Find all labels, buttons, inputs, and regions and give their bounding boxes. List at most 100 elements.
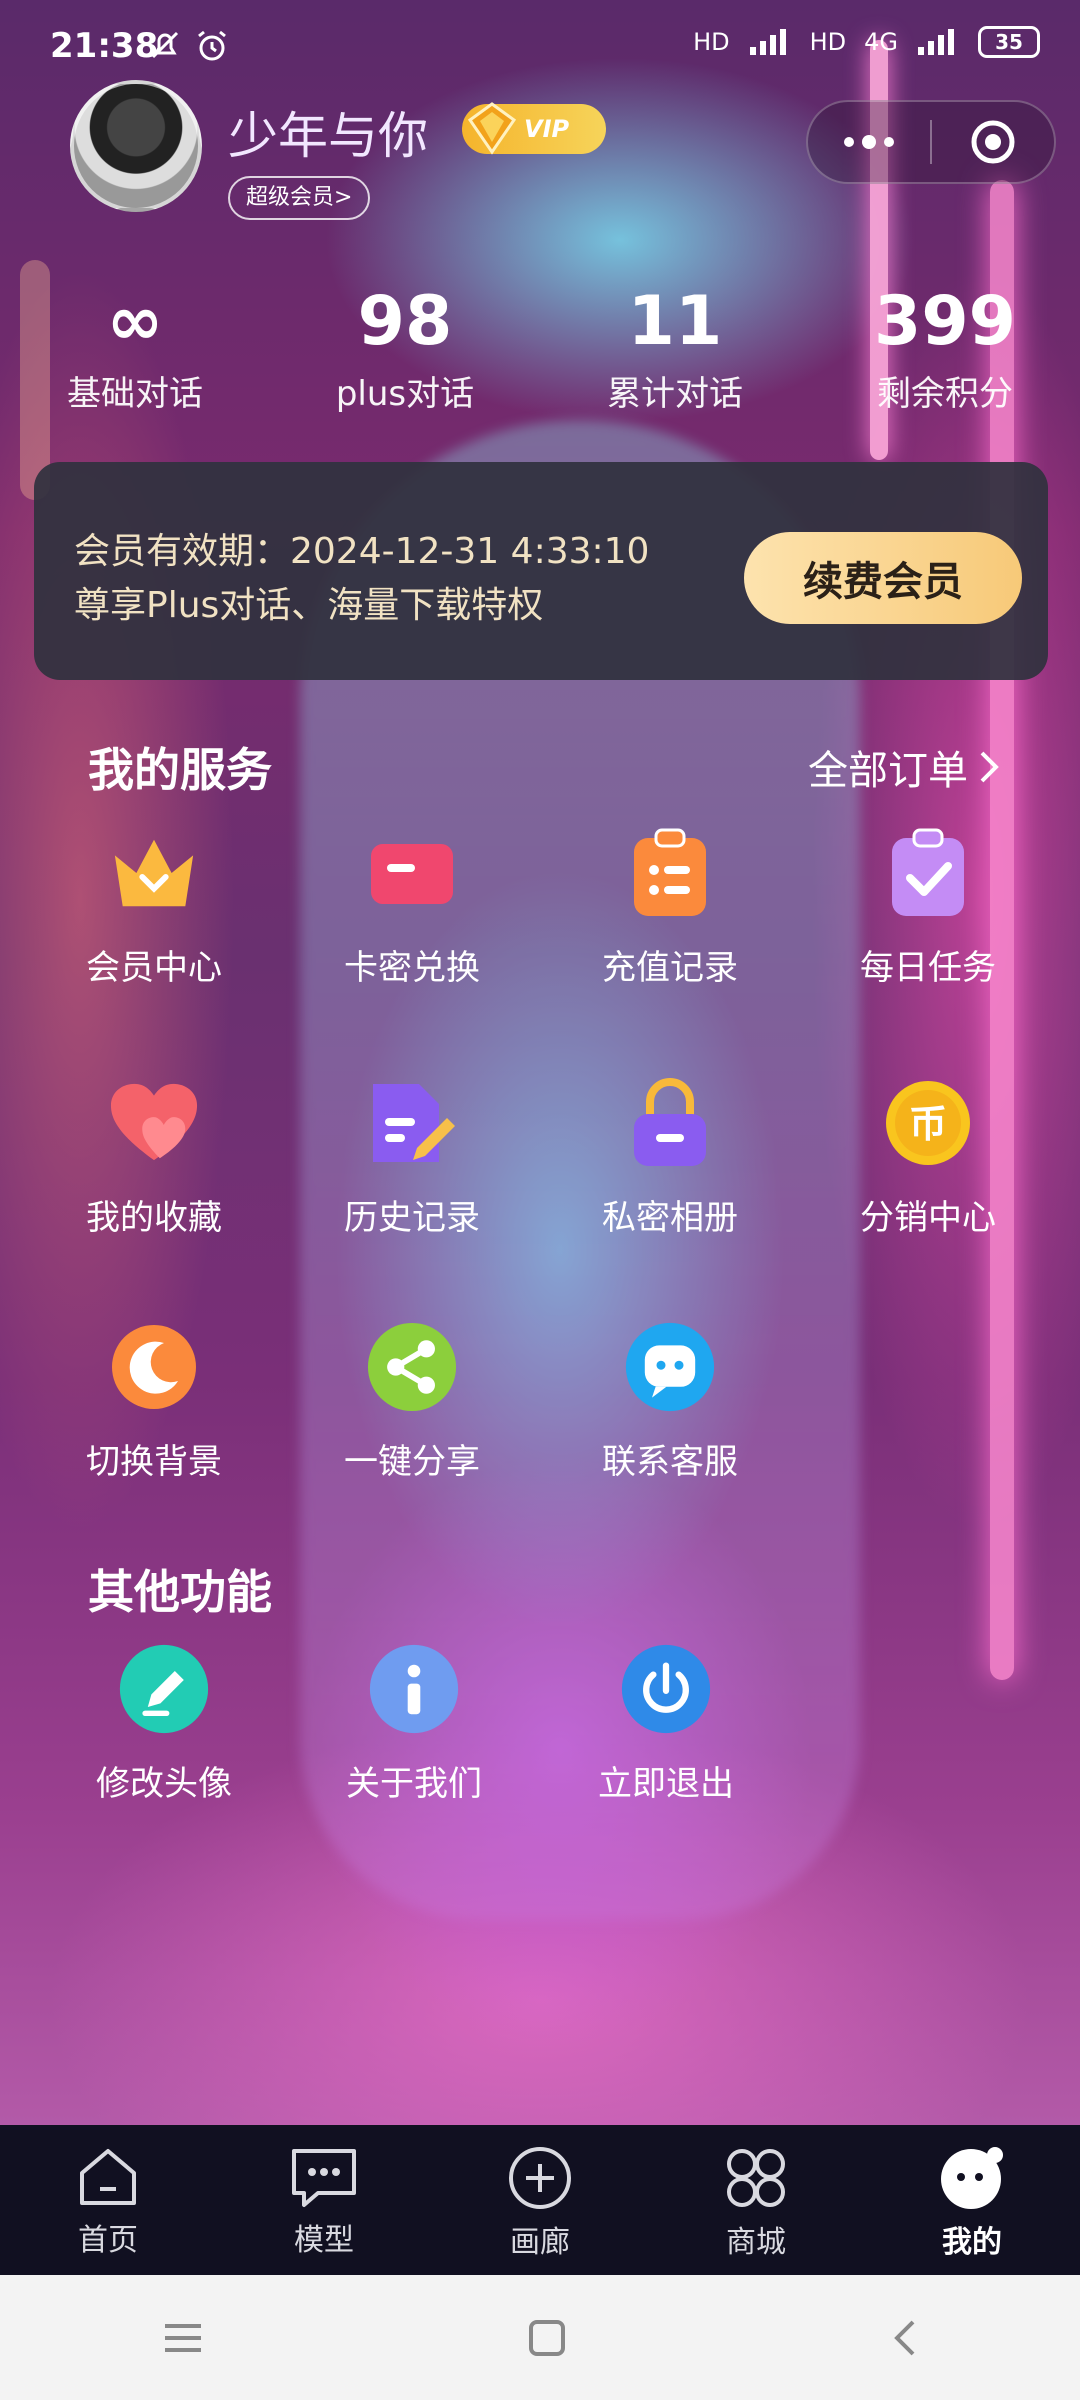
service-label: 每日任务: [860, 948, 996, 988]
moon-icon: [109, 1322, 199, 1412]
service-switch-background[interactable]: 切换背景: [24, 1322, 284, 1483]
tab-home[interactable]: 首页: [0, 2125, 216, 2275]
renew-membership-button[interactable]: 续费会员: [744, 532, 1022, 624]
home-icon: [80, 2149, 136, 2205]
tab-label: 首页: [78, 2223, 138, 2258]
menu-icon[interactable]: [163, 2321, 203, 2355]
others-title: 其他功能: [88, 1565, 272, 1619]
membership-card: 会员有效期：2024-12-31 4:33:10 尊享Plus对话、海量下载特权…: [34, 462, 1048, 680]
membership-expiry: 会员有效期：2024-12-31 4:33:10: [74, 531, 650, 572]
avatar[interactable]: [70, 80, 202, 212]
stat-basic[interactable]: ∞ 基础对话: [0, 282, 270, 432]
chevron-right-icon: [980, 751, 999, 783]
stat-value: ∞: [106, 282, 164, 361]
service-history[interactable]: 历史记录: [282, 1078, 542, 1239]
tab-mine[interactable]: 我的: [864, 2125, 1080, 2275]
stat-label: 累计对话: [607, 374, 743, 414]
service-label: 历史记录: [344, 1198, 480, 1238]
grid-icon: [727, 2149, 785, 2207]
vip-badge: VIP: [462, 102, 606, 155]
crown-icon: [109, 828, 199, 918]
alarm-icon: [194, 28, 230, 68]
mini-program-capsule: [806, 100, 1056, 184]
diamond-icon: [467, 102, 517, 155]
member-tag[interactable]: 超级会员>: [228, 176, 371, 220]
message-icon: [292, 2149, 356, 2207]
hd-label-2: HD: [809, 28, 847, 56]
tab-gallery[interactable]: 画廊: [432, 2125, 648, 2275]
stat-plus[interactable]: 98 plus对话: [270, 282, 540, 432]
service-card-redeem[interactable]: 卡密兑换: [282, 828, 542, 989]
service-label: 联系客服: [602, 1442, 738, 1482]
all-orders-link[interactable]: 全部订单: [808, 738, 1000, 796]
svg-text:币: 币: [909, 1102, 947, 1146]
service-label: 会员中心: [86, 948, 222, 988]
tab-models[interactable]: 模型: [216, 2125, 432, 2275]
tab-label: 画廊: [510, 2225, 570, 2260]
service-label: 我的收藏: [86, 1198, 222, 1238]
service-label: 一键分享: [344, 1442, 480, 1482]
status-time: 21:38: [50, 26, 159, 66]
service-label: 充值记录: [602, 948, 738, 988]
close-mini-program-button[interactable]: [932, 102, 1054, 182]
stat-points[interactable]: 399 剩余积分: [810, 282, 1080, 432]
service-recharge-records[interactable]: 充值记录: [540, 828, 800, 989]
stat-value: 98: [357, 282, 453, 361]
other-label: 关于我们: [346, 1764, 482, 1804]
other-about-us[interactable]: 关于我们: [284, 1644, 544, 1805]
service-private-album[interactable]: 私密相册: [540, 1078, 800, 1239]
heart-icon: [109, 1078, 199, 1168]
other-logout[interactable]: 立即退出: [536, 1644, 796, 1805]
membership-privileges: 尊享Plus对话、海量下载特权: [74, 585, 544, 626]
vip-label: VIP: [524, 115, 570, 143]
service-share[interactable]: 一键分享: [282, 1322, 542, 1483]
service-label: 卡密兑换: [344, 948, 480, 988]
mute-bell-icon: [148, 28, 182, 66]
tab-label: 模型: [294, 2223, 354, 2258]
bottom-tab-bar: 首页 模型 画廊 商城 我的: [0, 2125, 1080, 2275]
hd-label: HD: [693, 28, 730, 56]
service-label: 切换背景: [86, 1442, 222, 1482]
network-label: 4G: [864, 28, 898, 56]
stat-label: 基础对话: [67, 374, 203, 414]
stat-label: plus对话: [335, 374, 475, 414]
tab-label: 我的: [942, 2225, 1002, 2260]
tab-shop[interactable]: 商城: [648, 2125, 864, 2275]
battery-indicator: 35: [978, 26, 1040, 58]
checklist-icon: [883, 828, 973, 918]
target-icon: [971, 120, 1015, 164]
back-icon[interactable]: [891, 2318, 917, 2358]
other-label: 立即退出: [598, 1764, 734, 1804]
signal-icon-2: [918, 29, 954, 55]
stat-value: 11: [627, 282, 723, 361]
stat-total[interactable]: 11 累计对话: [540, 282, 810, 432]
service-favorites[interactable]: 我的收藏: [24, 1078, 284, 1239]
tab-label: 商城: [726, 2225, 786, 2260]
home-square-icon[interactable]: [528, 2319, 566, 2357]
share-icon: [367, 1322, 457, 1412]
service-label: 分销中心: [860, 1198, 996, 1238]
clipboard-list-icon: [625, 828, 715, 918]
service-label: 私密相册: [602, 1198, 738, 1238]
service-distribution[interactable]: 币 分销中心: [798, 1078, 1058, 1239]
username: 少年与你: [228, 107, 428, 165]
service-member-center[interactable]: 会员中心: [24, 828, 284, 989]
signal-icon: [749, 29, 786, 55]
coin-icon: 币: [883, 1078, 973, 1168]
status-bar: 21:38 HD HD 4G 35: [0, 0, 1080, 96]
service-daily-tasks[interactable]: 每日任务: [798, 828, 1058, 989]
other-label: 修改头像: [96, 1764, 232, 1804]
other-change-avatar[interactable]: 修改头像: [34, 1644, 294, 1805]
service-customer-support[interactable]: 联系客服: [540, 1322, 800, 1483]
chat-bubble-icon: [625, 1322, 715, 1412]
stat-value: 399: [874, 282, 1016, 361]
services-title: 我的服务: [88, 743, 272, 797]
system-navigation-bar: [0, 2275, 1080, 2400]
more-button[interactable]: [808, 102, 930, 182]
plus-circle-icon: [509, 2147, 571, 2209]
status-icons: HD HD 4G 35: [693, 26, 1040, 58]
stats-row: ∞ 基础对话 98 plus对话 11 累计对话 399 剩余积分: [0, 282, 1080, 432]
more-dots-icon: [844, 135, 894, 149]
profile-face-icon: [941, 2147, 1003, 2209]
all-orders-label: 全部订单: [808, 748, 968, 794]
